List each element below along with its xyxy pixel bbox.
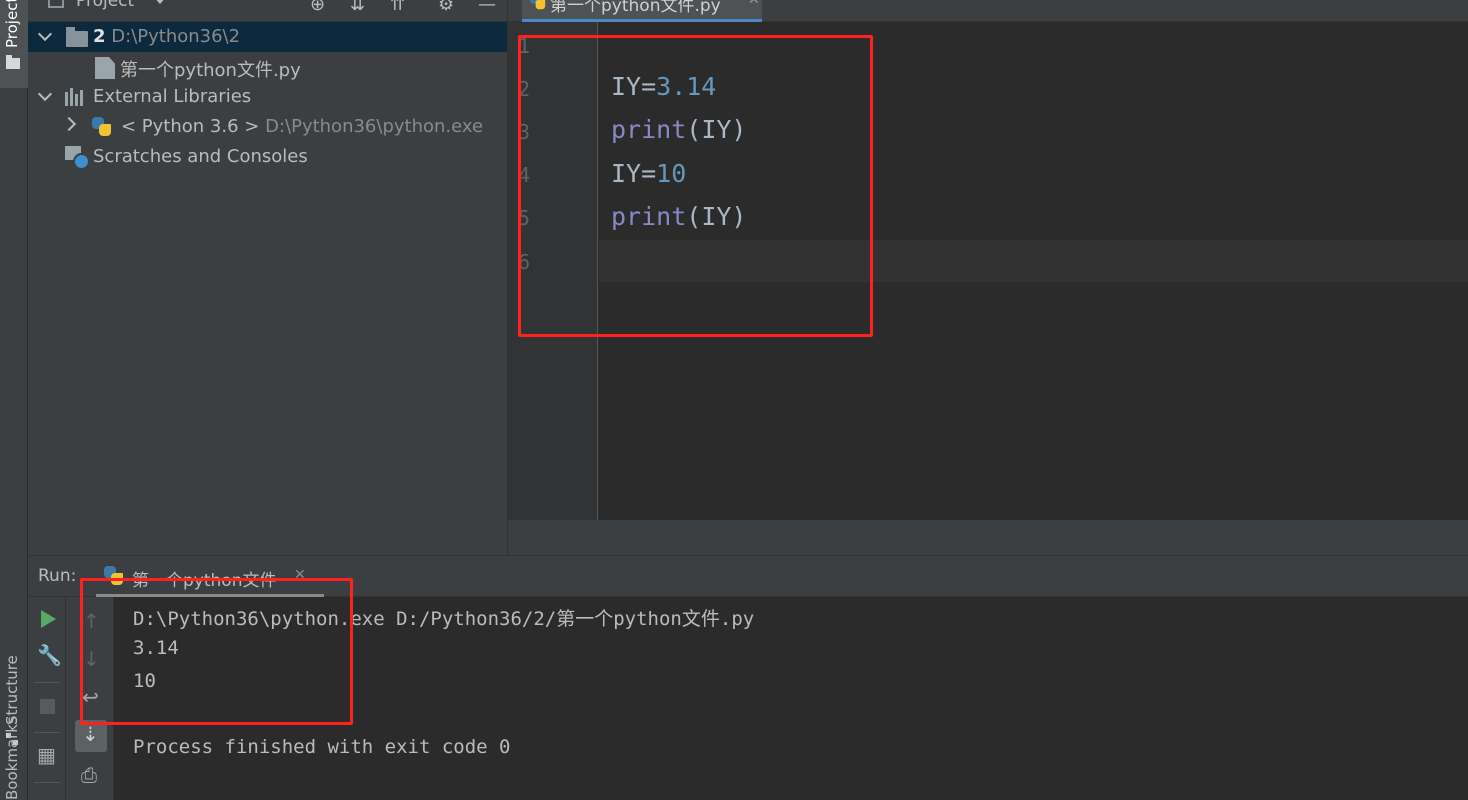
project-root-path: D:\Python36\2 — [111, 26, 241, 47]
console-line: Process finished with exit code 0 — [133, 736, 511, 758]
python-sdk-label: < Python 3.6 > — [121, 116, 260, 137]
collapse-all-icon[interactable]: ⇊ — [350, 0, 365, 15]
external-libraries-label: External Libraries — [93, 86, 252, 107]
editor-bottom-area — [508, 520, 1468, 555]
chevron-down-icon[interactable] — [37, 86, 53, 102]
left-tool-strip: Project Structure Bookmarks — [0, 0, 28, 800]
run-title: Run: — [38, 566, 77, 586]
editor-tab-active[interactable]: 第一个python文件.py ✕ — [522, 0, 762, 22]
chevron-down-icon[interactable] — [153, 0, 167, 4]
locate-icon[interactable]: ⊕ — [310, 0, 325, 15]
wrench-icon[interactable]: 🔧 — [37, 643, 62, 667]
run-toolbar-primary: 🔧 ▦ — [28, 597, 66, 800]
chevron-down-icon[interactable] — [37, 26, 53, 42]
expand-all-icon[interactable]: ⇈ — [390, 0, 405, 15]
tree-row-python-file[interactable]: 第一个python文件.py — [28, 52, 507, 82]
python-sdk-icon — [92, 117, 112, 137]
python-sdk-path: D:\Python36\python.exe — [265, 116, 484, 137]
project-view-selector[interactable]: Project — [76, 0, 134, 11]
project-panel-header: Project ⊕ ⇊ ⇈ ⚙ — — [28, 0, 508, 22]
scratches-label: Scratches and Consoles — [93, 146, 308, 167]
python-file-icon — [530, 0, 546, 10]
chevron-right-icon[interactable] — [61, 116, 77, 132]
toolbar-divider — [34, 732, 60, 733]
annotation-box-output — [80, 578, 353, 725]
toolbar-divider — [34, 682, 60, 683]
gear-icon[interactable]: ⚙ — [438, 0, 454, 15]
print-icon[interactable]: ⎙ — [81, 763, 97, 787]
toolbar-divider — [34, 782, 60, 783]
tree-row-external-libraries[interactable]: External Libraries — [28, 82, 507, 112]
tree-row-python-sdk[interactable]: < Python 3.6 > D:\Python36\python.exe — [28, 112, 507, 142]
editor-tab-bar: 第一个python文件.py ✕ — [508, 0, 1468, 22]
play-icon[interactable] — [41, 610, 56, 628]
folder-icon — [6, 55, 20, 69]
bookmarks-tool-button[interactable]: Bookmarks — [3, 716, 21, 800]
structure-tool-button[interactable]: Structure — [3, 655, 21, 725]
scratches-icon — [65, 146, 90, 170]
folder-icon — [66, 27, 88, 47]
python-file-icon — [95, 57, 115, 79]
minimize-icon[interactable]: — — [478, 0, 496, 15]
library-icon — [65, 88, 87, 106]
tree-row-project-root[interactable]: 2 D:\Python36\2 — [28, 22, 507, 52]
close-icon[interactable]: ✕ — [748, 0, 760, 8]
project-view-icon — [48, 0, 64, 8]
tree-row-scratches[interactable]: Scratches and Consoles — [28, 142, 507, 172]
project-tool-button[interactable]: Project — [0, 0, 28, 88]
annotation-box-code — [518, 35, 873, 337]
project-tool-label: Project — [3, 0, 21, 48]
scroll-to-end-icon: ⇣ — [82, 722, 99, 746]
layout-icon[interactable]: ▦ — [37, 743, 56, 767]
project-panel: Project ⊕ ⇊ ⇈ ⚙ — 2 D:\Python36\2 第一个pyt… — [28, 0, 508, 555]
python-file-label: 第一个python文件.py — [120, 60, 301, 81]
project-root-name: 2 — [93, 26, 106, 47]
stop-icon[interactable] — [40, 699, 55, 714]
editor-tab-label: 第一个python文件.py — [550, 0, 721, 16]
